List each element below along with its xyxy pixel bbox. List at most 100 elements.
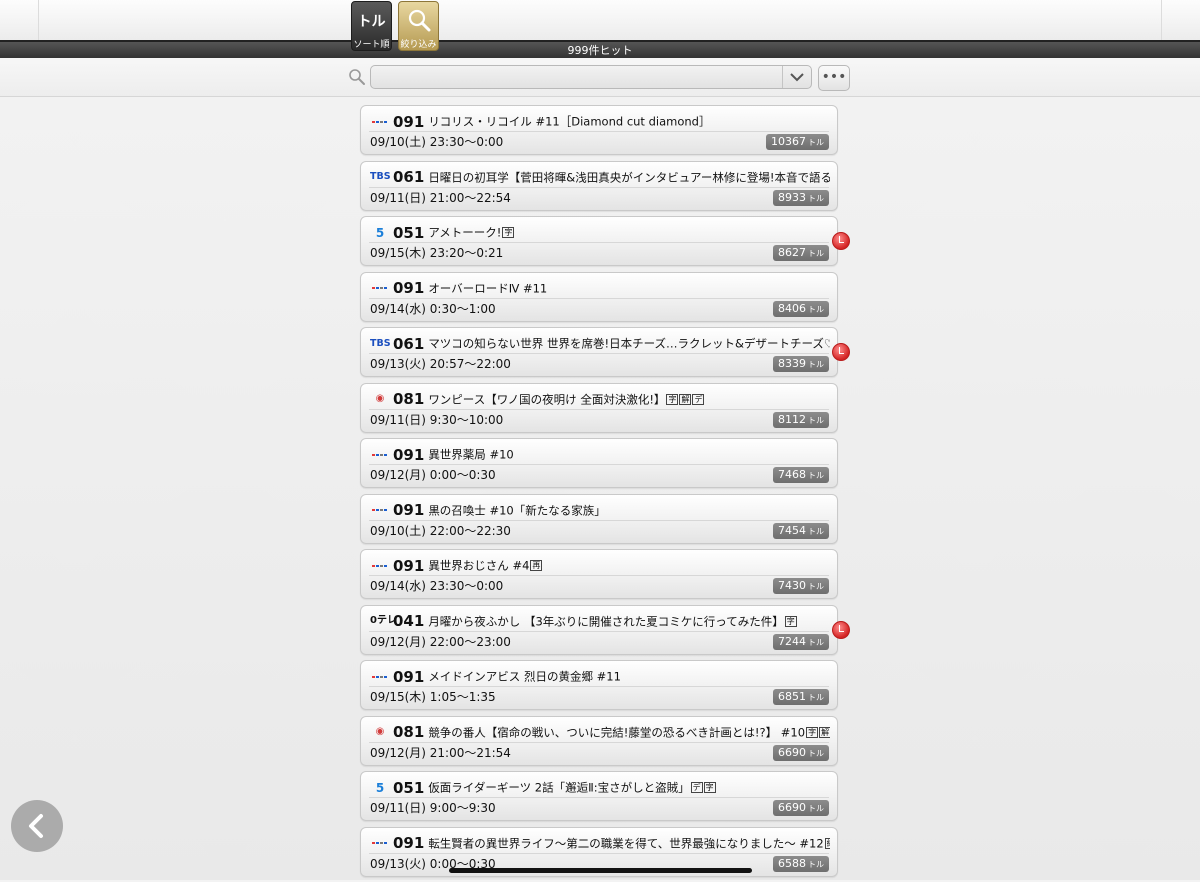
program-card[interactable]: 091 異世界薬局 #10 09/12(月) 0:00〜0:30 7468 トル (360, 438, 838, 488)
points-value: 6851 (778, 690, 806, 703)
points-unit: トル (808, 693, 824, 702)
program-header: 091 リコリス・リコイル #11［Diamond cut diamond］ (370, 111, 830, 131)
program-card[interactable]: 091 黒の召喚士 #10「新たなる家族」 09/10(土) 22:00〜22:30… (360, 493, 838, 544)
points-value: 8933 (778, 190, 806, 204)
card-divider (369, 519, 829, 521)
program-card[interactable]: 091 メイドインアビス 烈日の黄金郷 #11 09/15(木) 1:05〜1:35… (360, 660, 838, 710)
channel-number: 091 (393, 279, 425, 297)
filter-label: 絞り込み (400, 40, 437, 50)
points-unit: トル (808, 804, 824, 813)
points-value: 6690 (778, 801, 806, 814)
program-title: ワンピース【ワノ国の夜明け 全面対決激化!】 (428, 392, 666, 406)
search-bar: ••• (0, 58, 1200, 97)
program-card[interactable]: 091 オーバーロードⅣ #11 09/14(水) 0:30〜1:00 8406 トル (360, 271, 838, 322)
card-divider (369, 575, 829, 576)
toolbar-divider (1161, 0, 1162, 40)
card-divider (369, 408, 829, 410)
program-datetime: 09/15(木) 23:20〜0:21 (370, 246, 504, 260)
points-badge: 8339 トル (773, 356, 829, 372)
sort-order-button[interactable]: トル ソート順 (351, 1, 392, 51)
program-header: 091 異世界おじさん #4 再 (370, 555, 830, 575)
card-divider (369, 741, 829, 743)
channel-logo-icon: ◉ (375, 393, 385, 404)
program-title: 仮面ライダーギーツ 2話「邂逅Ⅱ:宝さがしと盗賊」 (428, 780, 690, 795)
channel-number: 041 (393, 612, 425, 630)
search-history-dropdown[interactable] (782, 66, 811, 88)
channel-logo-icon (370, 115, 390, 129)
program-card[interactable]: TBS 061 マツコの知らない世界 世界を席巻!日本チーズ…ラクレット&デザートチ… (360, 327, 850, 377)
recording-reserved-icon[interactable] (832, 232, 850, 250)
program-flag-badge: 解 (819, 726, 830, 738)
card-divider (369, 852, 829, 854)
points-unit: トル (808, 859, 824, 869)
chevron-left-icon (29, 814, 43, 838)
channel-number: 091 (393, 501, 425, 519)
program-card[interactable]: ◉ 081 ワンピース【ワノ国の夜明け 全面対決激化!】字解デ 09/11(日) 9:… (360, 382, 838, 433)
points-value: 8339 (778, 357, 806, 370)
channel-number: 091 (393, 445, 425, 464)
program-card[interactable]: 091 異世界おじさん #4 再 09/14(水) 23:30〜0:00 7430 トル (360, 549, 838, 599)
search-field[interactable] (370, 65, 812, 89)
channel-logo-icon (370, 448, 390, 462)
channel-logo-icon (370, 559, 390, 573)
channel-number: 061 (393, 334, 425, 353)
program-header: ◉ 081 競争の番人【宿命の戦い、ついに完結!藤堂の恐るべき計画とは!?】 #10… (370, 722, 830, 742)
top-toolbar (0, 0, 1200, 41)
program-datetime: 09/10(土) 23:30〜0:00 (370, 135, 504, 149)
card-divider (369, 797, 829, 798)
program-card[interactable]: 091 リコリス・リコイル #11［Diamond cut diamond］ 09/… (360, 105, 838, 155)
chevron-down-icon (790, 73, 804, 82)
points-unit: トル (808, 360, 824, 369)
channel-number: 091 (393, 112, 425, 131)
points-unit: トル (808, 526, 824, 536)
program-title: アメトーーク! (428, 225, 502, 240)
points-badge: 7430 トル (773, 578, 829, 594)
points-badge: 8406 トル (773, 300, 829, 317)
channel-logo-icon: ◉ (375, 726, 385, 737)
program-datetime: 09/13(火) 20:57〜22:00 (370, 357, 511, 371)
filter-button[interactable]: 絞り込み (398, 1, 439, 51)
points-value: 7430 (778, 579, 806, 592)
program-card[interactable]: TBS 061 日曜日の初耳学【菅田将暉&浅田真央がインタビュアー林修に登場!本音で… (360, 160, 838, 211)
points-badge: 7454 トル (773, 522, 829, 539)
program-list: 091 リコリス・リコイル #11［Diamond cut diamond］ 09/… (360, 105, 850, 882)
program-datetime: 09/11(日) 21:00〜22:54 (370, 190, 511, 205)
more-options-button[interactable]: ••• (818, 65, 850, 91)
program-datetime: 09/12(月) 21:00〜21:54 (370, 745, 511, 760)
program-title: 日曜日の初耳学【菅田将暉&浅田真央がインタビュアー林修に登場!本音で語る】 (428, 170, 830, 184)
program-header: TBS 061 日曜日の初耳学【菅田将暉&浅田真央がインタビュアー林修に登場!本音で… (370, 167, 830, 187)
channel-logo-icon (370, 670, 390, 684)
points-value: 8406 (778, 301, 806, 315)
hit-count-bar: 999件ヒット (0, 40, 1200, 60)
sort-order-value: トル (357, 14, 386, 30)
hit-count-label: 999件ヒット (567, 44, 633, 57)
recording-reserved-icon[interactable] (832, 343, 850, 361)
program-card[interactable]: 0テレ041 月曜から夜ふかし 【3年ぶりに開催された夏コミケに行ってみた件】字 0… (360, 604, 850, 655)
program-card[interactable]: ◉ 081 競争の番人【宿命の戦い、ついに完結!藤堂の恐るべき計画とは!?】 #10… (360, 715, 838, 766)
search-input[interactable] (377, 68, 781, 88)
channel-number: 051 (393, 778, 425, 797)
points-unit: トル (808, 193, 824, 203)
card-divider (369, 464, 829, 465)
points-unit: トル (808, 249, 824, 258)
program-title: オーバーロードⅣ #11 (428, 281, 548, 295)
recording-reserved-icon[interactable] (832, 620, 850, 639)
program-header: 0テレ041 月曜から夜ふかし 【3年ぶりに開催された夏コミケに行ってみた件】字 (370, 611, 830, 631)
card-divider (369, 297, 829, 299)
program-header: 091 黒の召喚士 #10「新たなる家族」 (370, 500, 830, 520)
program-card[interactable]: 5 051 仮面ライダーギーツ 2話「邂逅Ⅱ:宝さがしと盗賊」デ字 09/11(日) … (360, 771, 838, 821)
channel-number: 081 (393, 390, 425, 408)
points-value: 8627 (778, 246, 806, 259)
points-badge: 8933 トル (773, 189, 829, 206)
back-button[interactable] (11, 800, 63, 852)
program-card[interactable]: 5 051 アメトーーク! 字 09/15(木) 23:20〜0:21 8627 トル (360, 216, 850, 266)
channel-logo-icon: TBS (370, 337, 391, 349)
program-flag-badge: 字 (784, 615, 797, 627)
magnifier-icon (408, 9, 430, 32)
points-unit: トル (808, 637, 824, 647)
card-divider (369, 353, 829, 354)
program-datetime: 09/10(土) 22:00〜22:30 (370, 523, 511, 538)
program-datetime: 09/15(木) 1:05〜1:35 (370, 690, 496, 704)
card-divider (369, 186, 829, 188)
points-badge: 10367 トル (766, 134, 829, 150)
